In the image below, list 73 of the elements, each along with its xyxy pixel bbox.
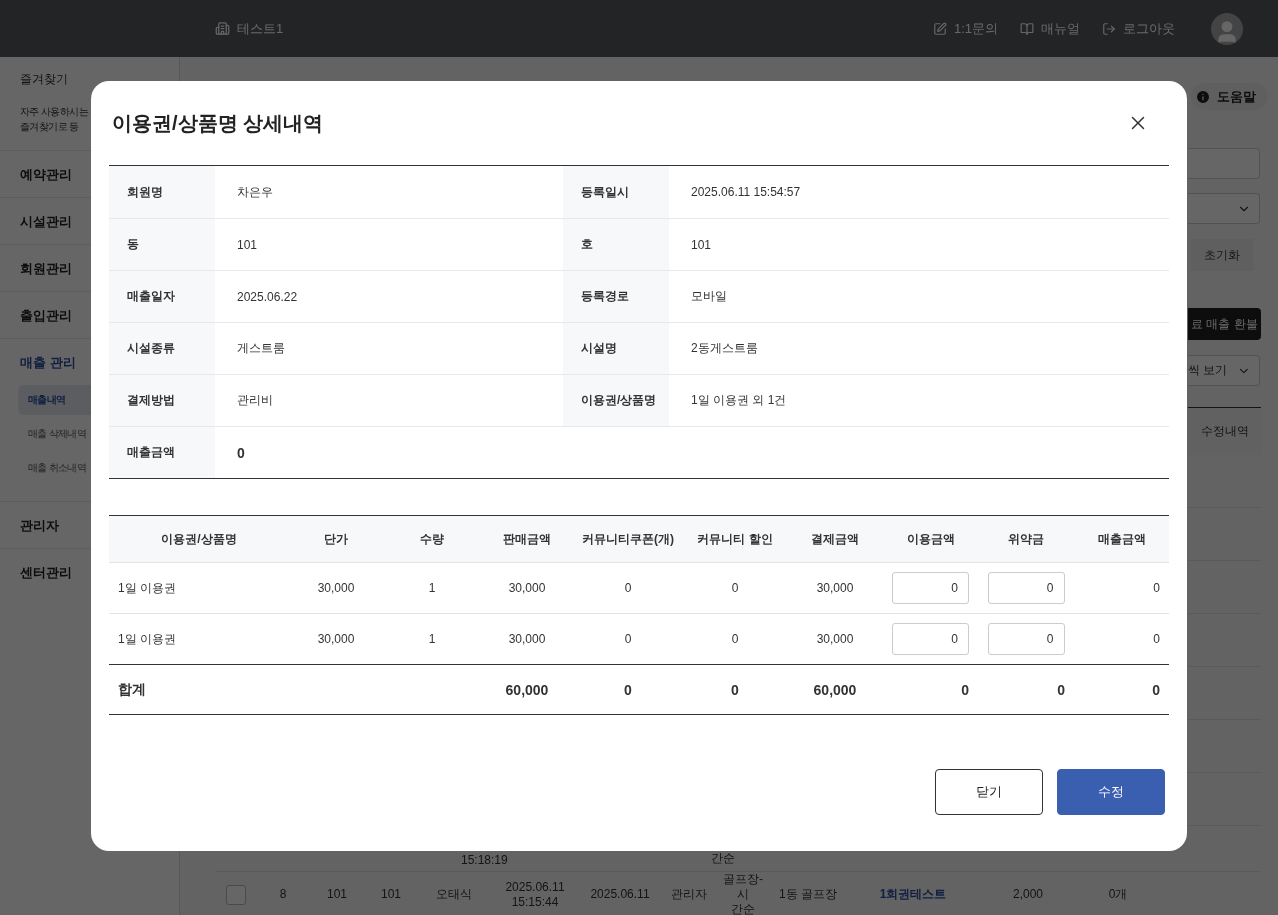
table-cell-text: 30,000 bbox=[507, 581, 547, 595]
table-cell-text: 101 bbox=[380, 887, 402, 902]
info-label: 이용권/상품명 bbox=[563, 375, 669, 426]
site-name: 테스트1 bbox=[215, 19, 284, 38]
info-value: 관리비 bbox=[236, 392, 274, 409]
table-cell-text: 101 bbox=[326, 887, 348, 902]
total-cell-text: 0 bbox=[960, 681, 970, 698]
info-label: 호 bbox=[563, 219, 669, 270]
info-value: 모바일 bbox=[690, 288, 728, 305]
total-cell-text: 60,000 bbox=[812, 681, 858, 698]
total-cell-text: 0 bbox=[623, 681, 633, 698]
column-header: 위약금 bbox=[1007, 530, 1045, 548]
table-cell-text: 0 bbox=[1152, 581, 1161, 595]
info-label: 매출금액 bbox=[109, 427, 215, 478]
total-label: 합계 bbox=[117, 680, 147, 699]
info-label: 시설종류 bbox=[109, 323, 215, 374]
table-cell-text: 1 bbox=[427, 581, 437, 595]
info-label: 회원명 bbox=[109, 166, 215, 218]
table-cell-text: 1 bbox=[427, 632, 437, 646]
total-cell-text: 0 bbox=[1056, 681, 1066, 698]
column-header: 단가 bbox=[323, 530, 349, 548]
total-cell-text: 60,000 bbox=[504, 681, 550, 698]
column-header: 이용금액 bbox=[905, 530, 956, 548]
favorites-title: 즐겨찾기 bbox=[20, 71, 69, 88]
info-value: 101 bbox=[690, 236, 713, 254]
info-value: 2025.06.11 15:54:57 bbox=[690, 184, 802, 201]
table-cell-text: 0 bbox=[623, 632, 633, 646]
table-cell-text: 0 bbox=[730, 581, 740, 595]
table-cell-text: 1일 이용권 bbox=[117, 630, 177, 648]
column-header: 커뮤니티쿠폰(개) bbox=[581, 530, 675, 548]
column-header: 매출금액 bbox=[1096, 530, 1147, 548]
info-value: 1일 이용권 외 1건 bbox=[690, 392, 788, 409]
table-cell-text: 0개 bbox=[1107, 887, 1129, 902]
table-cell-text: 30,000 bbox=[316, 632, 356, 646]
favorites-hint: 즐겨찾기로 등 bbox=[20, 120, 79, 134]
info-value: 차은우 bbox=[236, 183, 274, 201]
total-cell-text: 0 bbox=[1151, 681, 1161, 698]
table-cell-text: 30,000 bbox=[815, 632, 855, 646]
favorites-hint: 자주 사용하시는 bbox=[20, 105, 88, 119]
table-cell-text: 0 bbox=[1152, 632, 1161, 646]
column-header: 커뮤니티 할인 bbox=[696, 530, 774, 548]
column-header: 수량 bbox=[419, 530, 445, 548]
info-value: 101 bbox=[236, 236, 259, 254]
info-value: 게스트룸 bbox=[236, 340, 286, 357]
modal-title: 이용권/상품명 상세내역 bbox=[112, 110, 324, 136]
table-cell-text: 오태식 bbox=[435, 887, 473, 902]
table-cell-text: 1일 이용권 bbox=[117, 579, 177, 597]
table-cell-text: 30,000 bbox=[316, 581, 356, 595]
info-value: 0 bbox=[236, 443, 246, 463]
column-header: 결제금액 bbox=[810, 530, 860, 548]
column-header: 판매금액 bbox=[502, 530, 552, 548]
total-cell-text: 0 bbox=[730, 681, 740, 698]
table-cell-text: 30,000 bbox=[507, 632, 547, 646]
info-label: 등록일시 bbox=[563, 166, 669, 218]
table-cell-text: 1동 골프장 bbox=[778, 887, 838, 902]
table-cell-text: 간순 bbox=[711, 850, 736, 867]
info-label: 매출일자 bbox=[109, 271, 215, 322]
info-value: 2동게스트룸 bbox=[690, 340, 759, 357]
table-cell-text: 관리자 bbox=[670, 887, 708, 902]
info-value: 2025.06.22 bbox=[236, 288, 299, 306]
info-label: 등록경로 bbox=[563, 271, 669, 322]
table-cell-text: 30,000 bbox=[815, 581, 855, 595]
info-label: 시설명 bbox=[563, 323, 669, 374]
table-cell-text: 8 bbox=[278, 887, 288, 902]
table-cell-text: 15:18:19 bbox=[461, 853, 509, 867]
info-label: 동 bbox=[109, 219, 215, 270]
table-cell-text: 0 bbox=[730, 632, 740, 646]
table-cell-text: 0 bbox=[623, 581, 633, 595]
table-cell-text: 2,000 bbox=[1012, 887, 1044, 902]
table-cell-text: 2025.06.11 15:15:44 bbox=[504, 879, 566, 910]
table-cell-text: 골프장-시 간순 bbox=[722, 872, 764, 915]
table-cell-text: 2025.06.11 bbox=[589, 887, 651, 902]
info-label: 결제방법 bbox=[109, 375, 215, 426]
